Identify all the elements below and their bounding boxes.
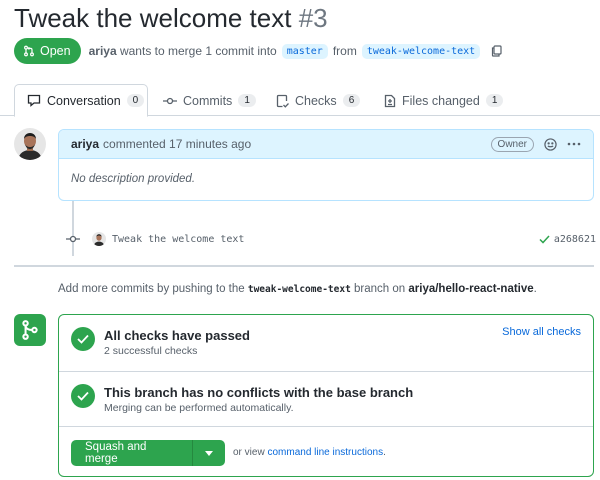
check-icon — [77, 391, 89, 401]
checks-subtitle: 2 successful checks — [104, 345, 198, 357]
comment-header: ariya commented 17 minutes ago Owner — [59, 130, 593, 159]
state-label: Open — [40, 44, 71, 58]
tab-files-changed-count: 1 — [485, 94, 504, 107]
state-badge: Open — [14, 38, 81, 64]
or-view-suffix: . — [383, 447, 386, 458]
tab-files-changed-label: Files changed — [402, 93, 480, 108]
push-note-suffix: . — [533, 283, 537, 295]
show-all-checks-link[interactable]: Show all checks — [502, 326, 581, 338]
command-line-instructions-link[interactable]: command line instructions — [267, 447, 383, 458]
kebab-icon[interactable] — [567, 142, 581, 146]
push-note-repo[interactable]: ariya/hello-react-native — [408, 283, 533, 295]
owner-badge: Owner — [490, 136, 534, 152]
comment-meta[interactable]: commented 17 minutes ago — [103, 137, 251, 151]
base-branch-label[interactable]: master — [281, 43, 328, 59]
pr-number: #3 — [298, 3, 328, 33]
tab-conversation[interactable]: Conversation 0 — [14, 84, 148, 117]
comment-body: No description provided. — [71, 173, 196, 185]
check-icon[interactable] — [539, 234, 550, 244]
tab-conversation-label: Conversation — [47, 93, 121, 108]
squash-and-merge-button[interactable]: Squash and merge — [71, 440, 193, 466]
conflicts-title: This branch has no conflicts with the ba… — [104, 385, 414, 400]
pr-tabs: Conversation 0 Commits 1 Checks 6 Files … — [0, 84, 600, 117]
tab-commits-count: 1 — [238, 94, 256, 107]
comment-box: ariya commented 17 minutes ago Owner No … — [58, 129, 594, 201]
pr-title: Tweak the welcome text #3 — [14, 2, 328, 34]
checklist-icon — [276, 94, 289, 108]
from-text: from — [332, 44, 357, 58]
tab-conversation-count: 0 — [126, 94, 145, 107]
or-view-text: or view command line instructions. — [233, 447, 386, 458]
commit-avatar[interactable] — [92, 232, 106, 246]
push-note-prefix: Add more commits by pushing to the — [58, 283, 245, 295]
pr-meta: Open ariya wants to merge 1 commit into … — [14, 38, 502, 64]
push-note-branch: tweak-welcome-text — [247, 284, 351, 295]
checks-section: All checks have passed 2 successful chec… — [59, 315, 593, 371]
merge-method-dropdown[interactable] — [193, 440, 225, 466]
tab-checks[interactable]: Checks 6 — [264, 84, 372, 117]
git-merge-icon — [14, 314, 46, 346]
tab-checks-label: Checks — [295, 93, 337, 108]
check-icon — [77, 334, 89, 344]
merge-box: All checks have passed 2 successful chec… — [58, 314, 594, 477]
git-commit-icon — [163, 96, 177, 106]
commit-sha-link[interactable]: a268621 — [554, 234, 596, 245]
checks-title: All checks have passed — [104, 328, 250, 343]
commit-row: Tweak the welcome text a268621 — [66, 230, 596, 248]
avatar[interactable] — [14, 128, 46, 160]
merge-text: wants to merge 1 commit into — [119, 44, 277, 58]
or-view-prefix: or view — [233, 447, 265, 458]
git-commit-icon — [66, 234, 80, 244]
file-diff-icon — [384, 94, 396, 108]
commit-message-link[interactable]: Tweak the welcome text — [112, 234, 244, 245]
tab-checks-count: 6 — [342, 94, 361, 107]
commit-status: a268621 — [539, 234, 596, 245]
tab-commits[interactable]: Commits 1 — [151, 84, 268, 117]
triangle-down-icon — [205, 450, 213, 456]
git-pull-request-icon — [23, 45, 35, 57]
merge-button-group: Squash and merge — [71, 440, 225, 466]
conflicts-subtitle: Merging can be performed automatically. — [104, 402, 294, 414]
push-note: Add more commits by pushing to the tweak… — [58, 283, 537, 295]
pr-author-link[interactable]: ariya — [89, 44, 117, 58]
timeline-divider — [14, 265, 594, 267]
push-note-middle: branch on — [354, 283, 406, 295]
copy-icon[interactable] — [491, 45, 502, 57]
merge-separator — [59, 426, 593, 427]
conflicts-section: This branch has no conflicts with the ba… — [59, 372, 593, 426]
tab-files-changed[interactable]: Files changed 1 — [372, 84, 515, 117]
head-branch-label[interactable]: tweak-welcome-text — [361, 43, 481, 59]
comment-icon — [27, 94, 41, 107]
conflicts-status-circle — [71, 384, 95, 408]
checks-status-circle — [71, 327, 95, 351]
tab-commits-label: Commits — [183, 93, 233, 108]
pr-title-text: Tweak the welcome text — [14, 3, 292, 33]
comment-author-link[interactable]: ariya — [71, 137, 99, 151]
smiley-icon[interactable] — [544, 137, 557, 151]
